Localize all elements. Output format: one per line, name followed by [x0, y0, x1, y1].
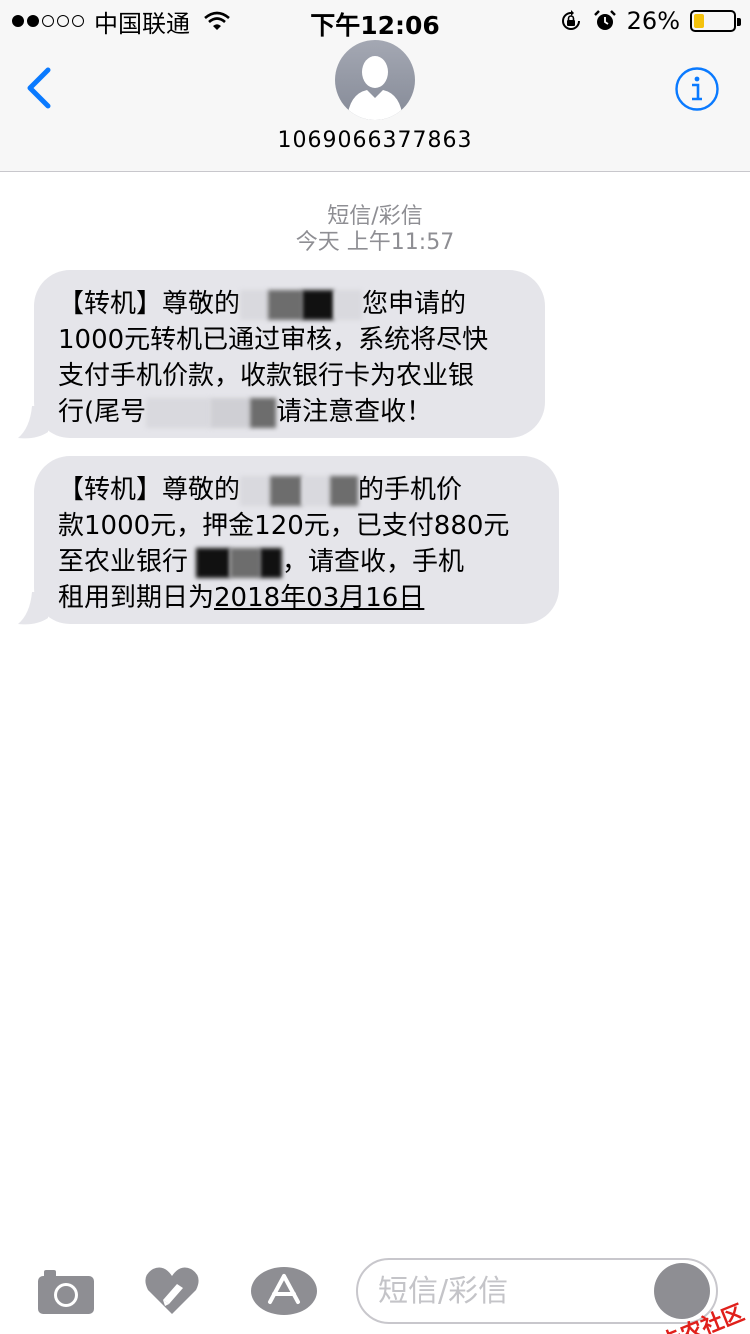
- message-bubble[interactable]: 【转机】尊敬的 的手机价 款1000元，押金120元，已支付880元 至农业银行 ，…: [34, 456, 559, 624]
- input-toolbar: [0, 1240, 750, 1334]
- message-line: 租用到期日为2018年03月16日: [58, 580, 535, 616]
- back-button[interactable]: [20, 64, 60, 112]
- message-text: 您申请的: [362, 289, 467, 319]
- redacted-text: [210, 397, 251, 428]
- redacted-text: [146, 397, 211, 428]
- message-text: ，请查收，手机: [282, 547, 465, 577]
- message-timestamp: 今天 上午11:57: [295, 230, 455, 255]
- redacted-text: [250, 397, 277, 428]
- battery-icon: [690, 10, 741, 32]
- redacted-text: [240, 289, 269, 320]
- nav-bar: 1069066377863: [0, 40, 750, 172]
- info-button[interactable]: [674, 66, 720, 112]
- message-text: 租用到期日为: [58, 583, 215, 613]
- message-text: 【转机】尊敬的: [58, 475, 241, 505]
- redacted-text: [302, 289, 335, 320]
- message-line: 【转机】尊敬的 的手机价: [58, 472, 535, 508]
- battery-level: [694, 14, 704, 28]
- redacted-text: [268, 289, 303, 320]
- redacted-text: [330, 475, 359, 506]
- message-line: 【转机】尊敬的 您申请的: [58, 286, 521, 322]
- message-bubble[interactable]: 【转机】尊敬的 您申请的 1000元转机已通过审核，系统将尽快 支付手机价款，收款…: [34, 270, 545, 438]
- redacted-text: [302, 475, 331, 506]
- digital-touch-icon[interactable]: [143, 1266, 201, 1316]
- redacted-text: [270, 475, 303, 506]
- person-silhouette-icon: [347, 56, 403, 120]
- status-bar: 中国联通 下午12:06 26%: [0, 0, 750, 40]
- status-right: 26%: [559, 6, 741, 36]
- message-text: 请注意查收！: [276, 397, 433, 427]
- redacted-text: [240, 475, 271, 506]
- message-text: 行(尾号: [58, 397, 147, 427]
- message-line: 行(尾号 请注意查收！: [58, 394, 521, 430]
- message-text: 【转机】尊敬的: [58, 289, 241, 319]
- contact-number[interactable]: 1069066377863: [0, 128, 750, 153]
- redacted-text: [196, 547, 231, 578]
- contact-avatar[interactable]: [335, 40, 415, 120]
- message-line: 款1000元，押金120元，已支付880元: [58, 511, 510, 541]
- message-text: 的手机价: [358, 475, 463, 505]
- date-link[interactable]: 2018年03月16日: [214, 583, 424, 613]
- app-store-icon[interactable]: [250, 1266, 318, 1316]
- redacted-text: [334, 289, 363, 320]
- message-line: 1000元转机已通过审核，系统将尽快: [58, 325, 489, 355]
- message-text: 至农业银行: [58, 547, 189, 577]
- message-line: 支付手机价款，收款银行卡为农业银: [58, 361, 475, 391]
- message-line: 至农业银行 ，请查收，手机: [58, 544, 535, 580]
- alarm-icon: [593, 10, 616, 30]
- redacted-text: [230, 547, 261, 578]
- battery-percent: 26%: [626, 7, 680, 35]
- rotation-lock-icon: [561, 10, 580, 30]
- camera-icon[interactable]: [36, 1266, 96, 1316]
- redacted-text: [260, 547, 283, 578]
